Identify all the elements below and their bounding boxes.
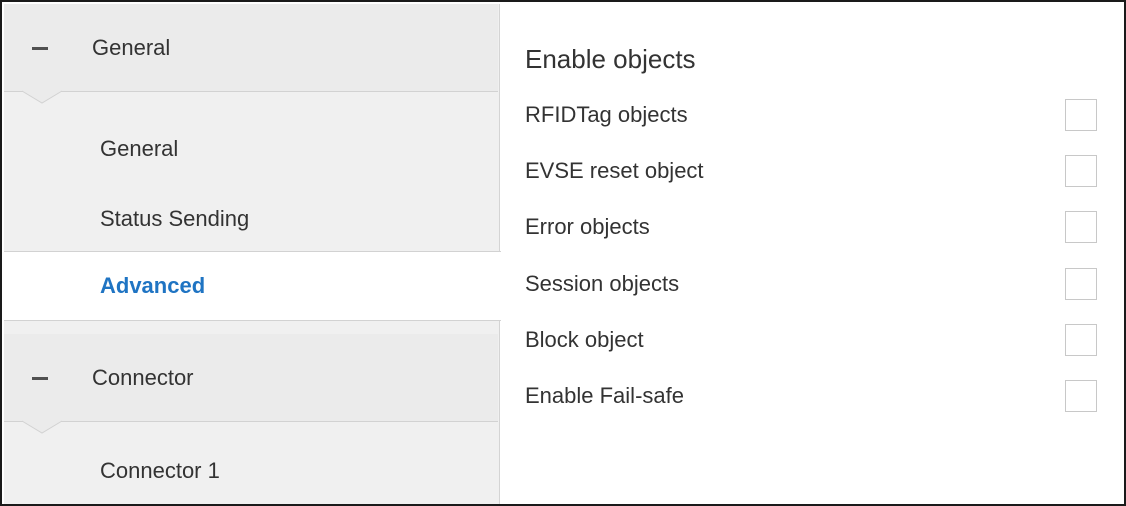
- block-object-checkbox[interactable]: [1065, 324, 1097, 356]
- option-label: Enable Fail-safe: [525, 383, 684, 408]
- option-row-session-objects: Session objects: [525, 264, 1097, 304]
- settings-panel: Enable objects RFIDTag objects EVSE rese…: [501, 4, 1124, 504]
- group-header-connector[interactable]: Connector: [4, 334, 498, 422]
- group-header-general[interactable]: General: [4, 4, 498, 92]
- option-label: Error objects: [525, 214, 650, 239]
- sidebar-item-connector-1[interactable]: Connector 1: [4, 438, 498, 504]
- collapse-minus-icon[interactable]: [32, 377, 48, 380]
- option-row-enable-fail-safe: Enable Fail-safe: [525, 376, 1097, 416]
- session-objects-checkbox[interactable]: [1065, 268, 1097, 300]
- option-row-block-object: Block object: [525, 320, 1097, 360]
- option-row-evse-reset-object: EVSE reset object: [525, 151, 1097, 191]
- sidebar-item-advanced[interactable]: Advanced: [4, 251, 502, 321]
- option-label: Session objects: [525, 271, 680, 296]
- evse-reset-object-checkbox[interactable]: [1065, 155, 1097, 187]
- enable-fail-safe-checkbox[interactable]: [1065, 380, 1097, 412]
- window-frame: General General Status Sending Advanced …: [0, 0, 1126, 506]
- sidebar-nav: General General Status Sending Advanced …: [4, 4, 502, 504]
- sidebar-item-general[interactable]: General: [4, 116, 498, 182]
- option-label: Block object: [525, 327, 644, 352]
- option-row-rfidtag-objects: RFIDTag objects: [525, 95, 1097, 135]
- sidebar-item-status-sending[interactable]: Status Sending: [4, 186, 498, 252]
- error-objects-checkbox[interactable]: [1065, 211, 1097, 243]
- group-title-general: General: [92, 35, 171, 60]
- rfidtag-objects-checkbox[interactable]: [1065, 99, 1097, 131]
- group-expander-notch-icon: [21, 420, 63, 434]
- option-label: EVSE reset object: [525, 158, 704, 183]
- panel-title: Enable objects: [525, 44, 696, 74]
- group-expander-notch-icon: [21, 90, 63, 104]
- collapse-minus-icon[interactable]: [32, 47, 48, 50]
- option-row-error-objects: Error objects: [525, 207, 1097, 247]
- option-label: RFIDTag objects: [525, 102, 688, 127]
- group-title-connector: Connector: [92, 365, 194, 390]
